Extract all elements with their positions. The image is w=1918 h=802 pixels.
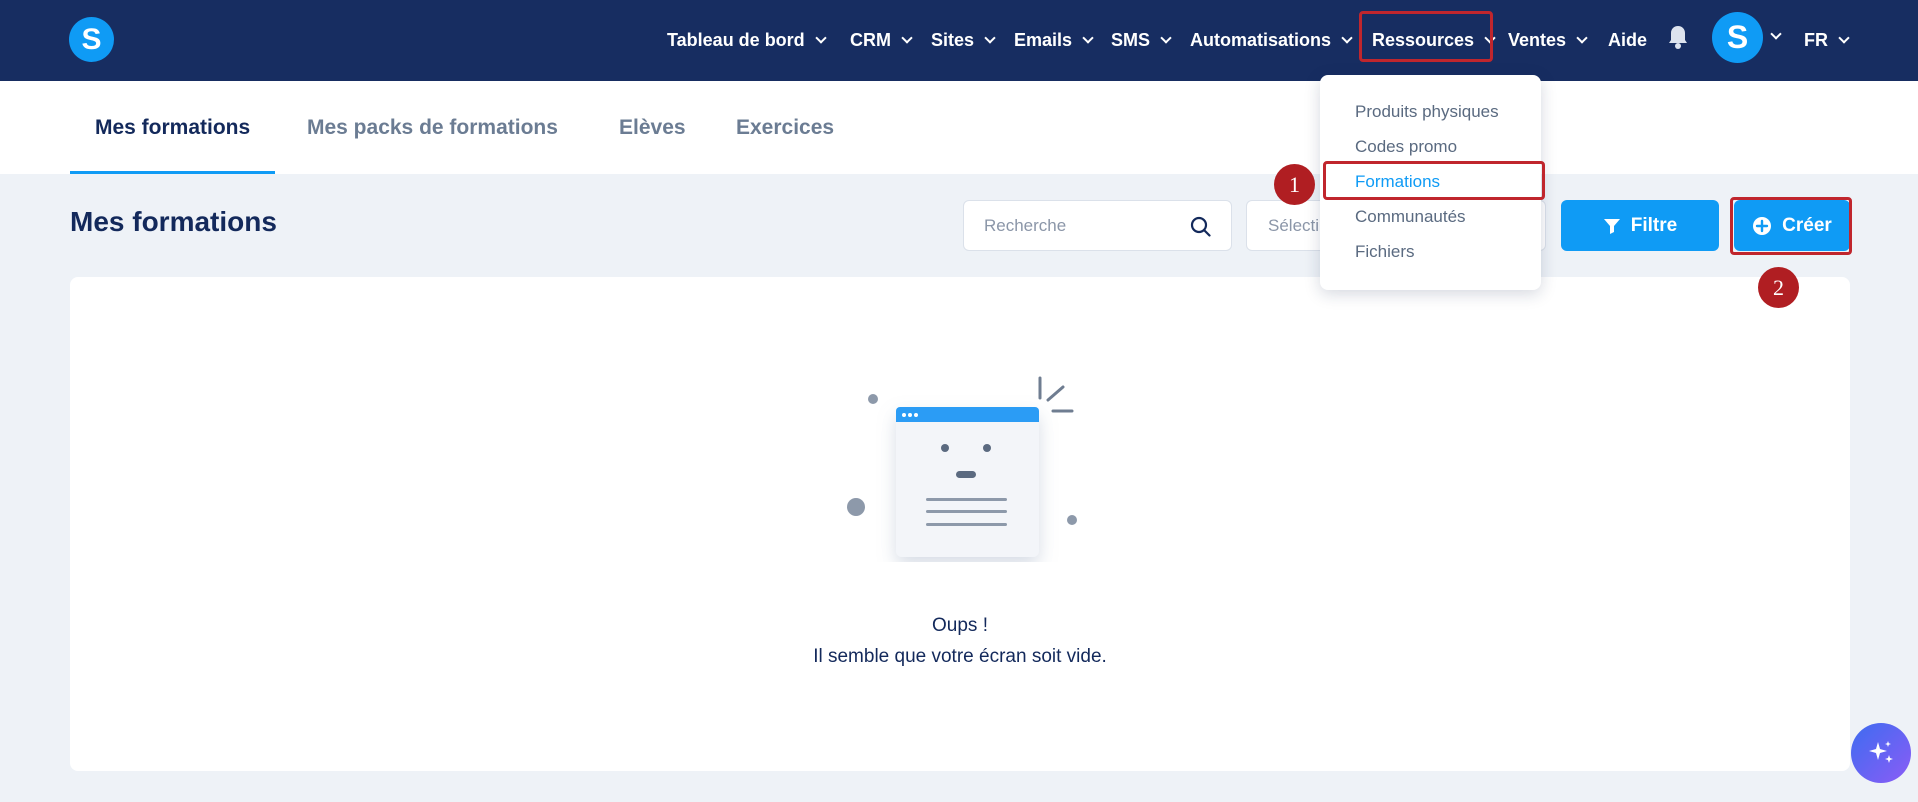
content-card: Oups ! Il semble que votre écran soit vi… [70, 277, 1850, 771]
menu-item-communautes[interactable]: Communautés [1355, 207, 1466, 227]
nav-item-sites[interactable]: Sites [931, 0, 996, 81]
nav-label: Sites [931, 30, 975, 50]
nav-item-tableau-de-bord[interactable]: Tableau de bord [667, 0, 827, 81]
nav-label: Aide [1608, 30, 1648, 50]
tab-label: Mes packs de formations [307, 115, 558, 139]
empty-state-title: Oups ! [932, 615, 988, 636]
sparkle-icon [1869, 741, 1893, 763]
app-logo[interactable]: S [69, 17, 114, 62]
chevron-down-icon [1341, 32, 1353, 44]
filter-icon [1603, 218, 1620, 234]
nav-item-aide[interactable]: Aide [1608, 0, 1647, 81]
nav-label: CRM [850, 30, 891, 50]
language-selector[interactable]: FR [1804, 0, 1850, 81]
nav-label: Automatisations [1190, 30, 1332, 50]
chevron-down-icon [815, 32, 827, 44]
search-box[interactable] [963, 200, 1232, 251]
nav-item-ventes[interactable]: Ventes [1508, 0, 1588, 81]
empty-state-illustration [847, 376, 1077, 557]
chevron-down-icon [984, 32, 996, 44]
user-avatar[interactable]: S [1712, 12, 1763, 63]
nav-item-emails[interactable]: Emails [1014, 0, 1094, 81]
filter-label: Filtre [1630, 214, 1678, 236]
bell-icon[interactable] [1667, 24, 1689, 50]
nav-item-sms[interactable]: SMS [1111, 0, 1172, 81]
chevron-down-icon [1838, 32, 1850, 44]
nav-label: Ventes [1508, 30, 1567, 50]
search-icon[interactable] [1190, 216, 1211, 237]
menu-item-fichiers[interactable]: Fichiers [1355, 242, 1415, 262]
tab-label: Elèves [619, 115, 686, 139]
chevron-down-icon [1082, 32, 1094, 44]
menu-item-produits-physiques[interactable]: Produits physiques [1355, 102, 1499, 122]
tab-mes-packs-de-formations[interactable]: Mes packs de formations [282, 81, 583, 174]
language-label: FR [1804, 30, 1828, 50]
tab-label: Mes formations [95, 115, 251, 139]
tabs-bar: Mes formations Mes packs de formations E… [0, 81, 1918, 174]
ressources-highlight-box [1359, 11, 1493, 62]
chevron-down-icon[interactable] [1770, 28, 1782, 40]
chevron-down-icon [901, 32, 913, 44]
empty-state-message: Il semble que votre écran soit vide. [813, 646, 1107, 667]
search-input[interactable] [984, 201, 1184, 250]
nav-label: Tableau de bord [667, 30, 805, 50]
page-title: Mes formations [70, 206, 277, 237]
create-highlight-box [1730, 197, 1852, 255]
chevron-down-icon [1576, 32, 1588, 44]
menu-item-codes-promo[interactable]: Codes promo [1355, 137, 1457, 157]
nav-label: SMS [1111, 30, 1151, 50]
assistant-button[interactable] [1851, 723, 1911, 783]
tab-eleves[interactable]: Elèves [594, 81, 711, 174]
tab-mes-formations[interactable]: Mes formations [70, 81, 276, 174]
nav-label: Emails [1014, 30, 1073, 50]
filter-button[interactable]: Filtre [1561, 200, 1719, 251]
tab-exercices[interactable]: Exercices [711, 81, 859, 174]
top-navbar: S Tableau de bord CRM Sites Emails SMS A… [0, 0, 1918, 81]
select-placeholder: Sélecti [1268, 216, 1320, 235]
tab-label: Exercices [736, 115, 835, 139]
nav-item-crm[interactable]: CRM [850, 0, 913, 81]
formations-highlight-box [1323, 161, 1545, 200]
nav-item-automatisations[interactable]: Automatisations [1190, 0, 1353, 81]
chevron-down-icon [1160, 32, 1172, 44]
step-badge-2: 2 [1758, 267, 1799, 308]
step-badge-1: 1 [1274, 164, 1315, 205]
